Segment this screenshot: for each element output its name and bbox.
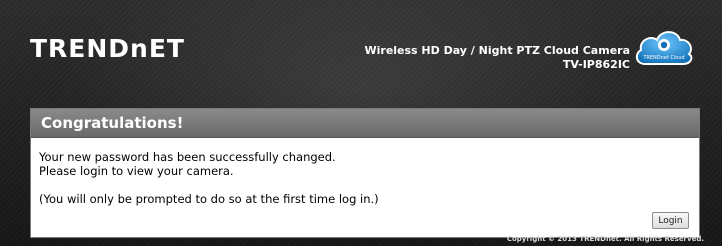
cloud-badge-text: TRENDnet Cloud <box>642 55 684 61</box>
panel-body: Your new password has been successfully … <box>31 138 699 206</box>
cloud-icon: TRENDnet Cloud <box>633 26 695 70</box>
copyright-text: Copyright © 2013 TRENDnet. All Rights Re… <box>506 235 704 243</box>
trendnet-logo: TRENDnET <box>30 34 185 63</box>
model-number: TV-IP862IC <box>562 58 630 71</box>
product-header: Wireless HD Day / Night PTZ Cloud Camera… <box>364 44 630 72</box>
login-button[interactable]: Login <box>652 212 689 229</box>
message-line-2: Please login to view your camera. <box>39 164 234 178</box>
message-line-1: Your new password has been successfully … <box>39 150 336 164</box>
page: TRENDnET Wireless HD Day / Night PTZ Clo… <box>0 0 722 246</box>
product-name: Wireless HD Day / Night PTZ Cloud Camera <box>364 44 630 57</box>
panel-title: Congratulations! <box>31 109 699 138</box>
message-panel: Congratulations! Your new password has b… <box>30 108 700 238</box>
message-line-3: (You will only be prompted to do so at t… <box>39 192 379 206</box>
